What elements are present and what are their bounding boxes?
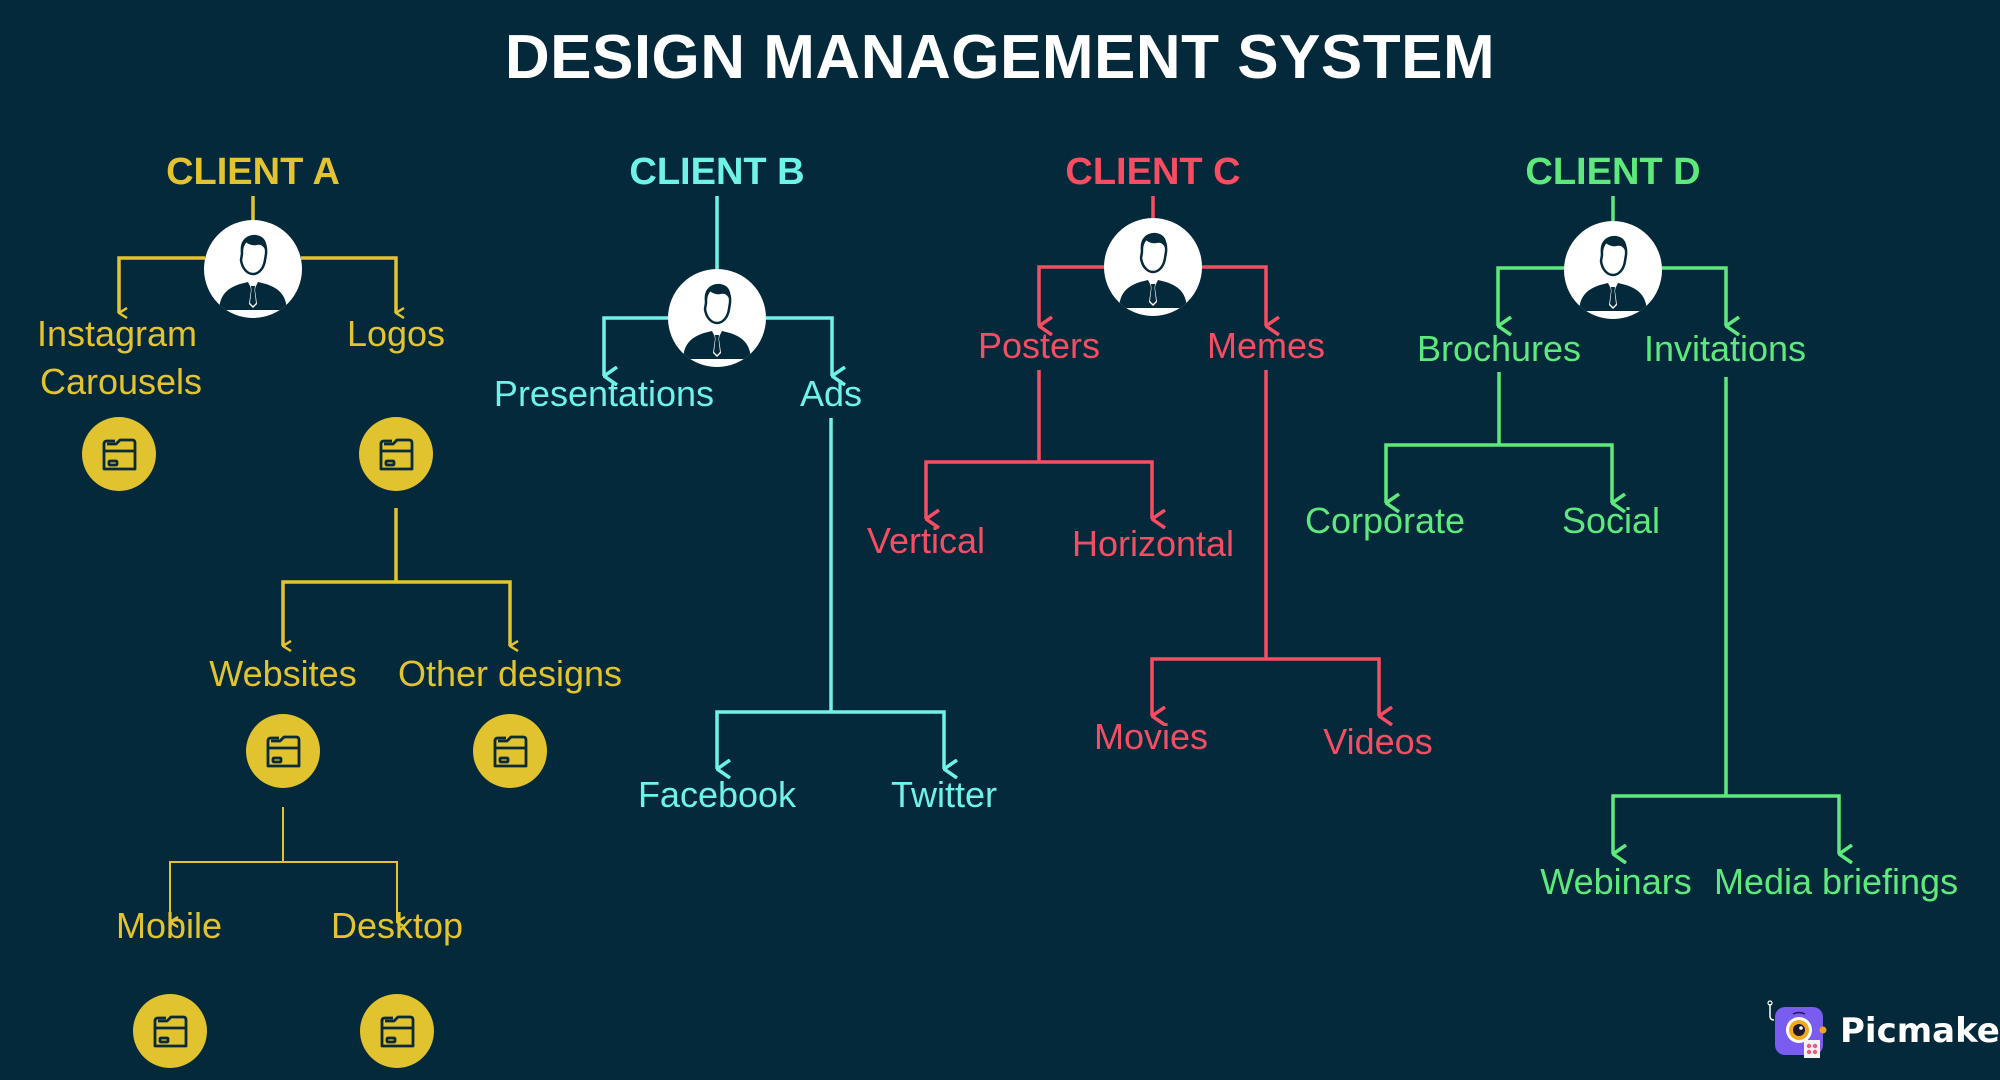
folder-icon [153,1015,188,1048]
node-horizontal[interactable]: Horizontal [1072,526,1234,562]
connector-memes-videos [1266,657,1379,716]
node-media-briefings[interactable]: Media briefings [1714,864,1958,900]
node-brochures[interactable]: Brochures [1417,331,1581,367]
node-facebook[interactable]: Facebook [638,777,796,813]
client-d-heading: CLIENT D [1525,151,1701,193]
person-avatar-icon [683,283,751,359]
connector-brochures-corporate [1384,443,1499,503]
connector-logos-websites [281,580,396,646]
connector-ads-twitter [831,710,944,769]
folder-desktop[interactable] [360,994,434,1068]
folder-icon [266,735,301,768]
node-posters[interactable]: Posters [978,328,1100,364]
folder-instagram[interactable] [82,417,156,491]
connector-ads-facebook [715,710,831,769]
person-avatar-icon [219,234,287,310]
folder-icon [493,735,528,768]
folder-icon [102,438,137,471]
client-c-heading: CLIENT C [1065,151,1241,193]
node-webinars[interactable]: Webinars [1540,864,1691,900]
connector-c-memes [1201,265,1266,326]
connector-posters-vertical [924,460,1039,519]
picmaker-branding: Picmaker [1766,1000,2000,1062]
person-avatar-icon [1119,232,1187,308]
person-avatar-icon [1579,235,1647,311]
node-corporate[interactable]: Corporate [1305,503,1465,539]
client-a-connectors [117,196,510,646]
folder-icon [379,438,414,471]
node-desktop[interactable]: Desktop [331,908,463,944]
folder-mobile[interactable] [133,994,207,1068]
connector-posters-horizontal [1039,460,1152,519]
connector-invitations-webinars [1611,794,1726,854]
node-videos[interactable]: Videos [1323,724,1432,760]
node-social[interactable]: Social [1562,503,1660,539]
node-mobile[interactable]: Mobile [116,908,222,944]
connector-memes-movies [1150,657,1266,716]
node-logos[interactable]: Logos [347,316,445,352]
connector-d-brochures [1496,266,1565,326]
node-ads[interactable]: Ads [800,376,862,412]
folder-logos[interactable] [359,417,433,491]
connector-logos-other [396,580,510,646]
node-memes[interactable]: Memes [1207,328,1325,364]
folder-websites[interactable] [246,714,320,788]
connector-a-instagram [117,256,205,313]
folder-icon [380,1015,415,1048]
client-a-avatar[interactable] [204,220,302,318]
connector-d-invitations [1661,266,1726,326]
node-websites[interactable]: Websites [209,656,356,692]
node-vertical[interactable]: Vertical [867,523,985,559]
folder-other-designs[interactable] [473,714,547,788]
client-c-avatar[interactable] [1104,218,1202,316]
client-b-heading: CLIENT B [629,151,805,193]
node-movies[interactable]: Movies [1094,719,1208,755]
node-instagram-line1[interactable]: Instagram [37,316,197,352]
node-instagram-line2[interactable]: Carousels [40,364,202,400]
page-title: DESIGN MANAGEMENT SYSTEM [504,23,1496,92]
node-twitter[interactable]: Twitter [891,777,997,813]
node-invitations[interactable]: Invitations [1644,331,1806,367]
node-other-designs[interactable]: Other designs [398,656,622,692]
client-a-heading: CLIENT A [166,151,340,193]
connector-b-presentations [602,316,669,376]
connector-b-ads [765,316,832,376]
connector-a-logos [301,256,396,313]
connector-brochures-social [1499,443,1612,503]
client-b-avatar[interactable] [668,269,766,367]
connector-c-posters [1037,265,1105,326]
client-d-avatar[interactable] [1564,221,1662,319]
picmaker-logo-icon [1767,1000,1827,1058]
picmaker-wordmark: Picmaker [1840,1011,2000,1051]
connector-invitations-media [1726,794,1839,854]
client-b-connectors [602,196,944,769]
node-presentations[interactable]: Presentations [494,376,714,412]
